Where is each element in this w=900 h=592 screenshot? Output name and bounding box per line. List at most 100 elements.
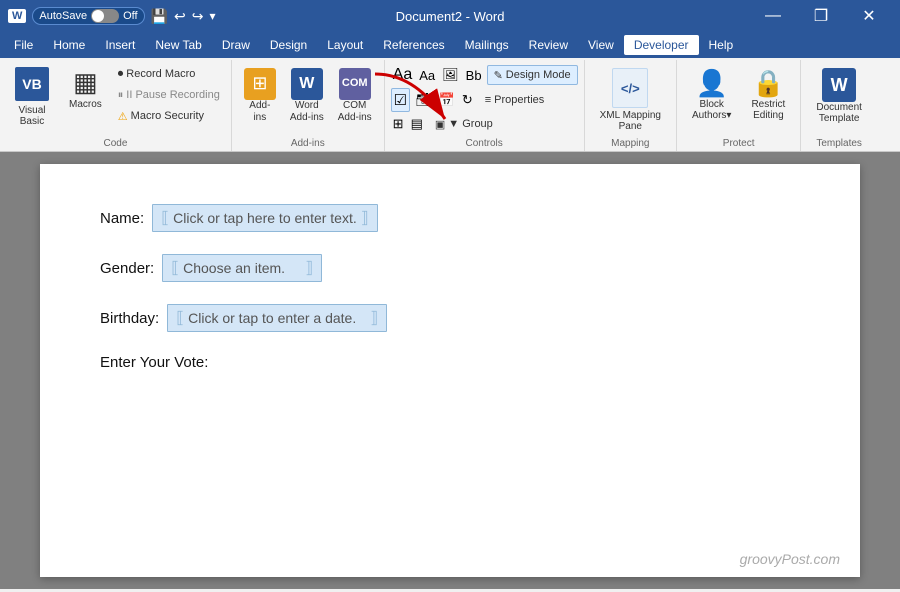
watermark: groovyPost.com <box>740 551 840 567</box>
menu-bar: File Home Insert New Tab Draw Design Lay… <box>0 32 900 58</box>
menu-file[interactable]: File <box>4 35 43 55</box>
restrict-editing-label: RestrictEditing <box>751 99 785 121</box>
block-authors-icon: 👤 <box>696 68 728 99</box>
pause-recording-label: II Pause Recording <box>126 89 220 101</box>
menu-new-tab[interactable]: New Tab <box>145 35 211 55</box>
title-bar: W AutoSave Off 💾 ↩ ↪ ▾ Document2 - Word … <box>0 0 900 32</box>
redo-icon[interactable]: ↪ <box>192 8 204 25</box>
save-icon[interactable]: 💾 <box>151 8 168 25</box>
visual-basic-label: VisualBasic <box>18 105 45 127</box>
menu-references[interactable]: References <box>373 35 454 55</box>
menu-help[interactable]: Help <box>699 35 744 55</box>
birthday-form-row: Birthday: ⟦ Click or tap to enter a date… <box>100 304 800 332</box>
document-template-label: DocumentTemplate <box>816 102 862 124</box>
word-add-ins-button[interactable]: W WordAdd-ins <box>284 64 330 128</box>
templates-group-content: W DocumentTemplate <box>807 64 871 136</box>
gender-placeholder: Choose an item. <box>183 260 301 276</box>
menu-draw[interactable]: Draw <box>212 35 260 55</box>
design-mode-label: Design Mode <box>506 69 571 81</box>
restrict-editing-icon: 🔒 <box>752 68 784 99</box>
annotation-arrow <box>355 64 475 144</box>
birthday-bracket-close: ⟧ <box>370 308 378 328</box>
restrict-editing-button[interactable]: 🔒 RestrictEditing <box>742 64 794 125</box>
name-field[interactable]: ⟦ Click or tap here to enter text. ⟧ <box>152 204 377 232</box>
visual-basic-icon: VB <box>15 67 49 101</box>
document-page: Name: ⟦ Click or tap here to enter text.… <box>40 164 860 577</box>
add-ins-label: Add-ins <box>249 100 270 124</box>
birthday-placeholder: Click or tap to enter a date. <box>188 310 366 326</box>
properties-icon: ≡ <box>485 94 491 106</box>
record-macro-button[interactable]: ⏺ Record Macro <box>113 64 225 84</box>
document-container: Name: ⟦ Click or tap here to enter text.… <box>0 152 900 589</box>
title-bar-left: W AutoSave Off 💾 ↩ ↪ ▾ <box>8 7 216 25</box>
name-bracket-close: ⟧ <box>361 208 369 228</box>
macro-security-label: Macro Security <box>131 110 204 122</box>
code-small-buttons: ⏺ Record Macro ⏸ II Pause Recording ⚠ Ma… <box>113 64 225 126</box>
name-label: Name: <box>100 210 144 227</box>
window-title: Document2 - Word <box>396 9 505 24</box>
birthday-field[interactable]: ⟦ Click or tap to enter a date. ⟧ <box>167 304 387 332</box>
xml-mapping-label: XML MappingPane <box>600 110 661 132</box>
addins-group-label: Add-ins <box>291 136 325 149</box>
autosave-badge[interactable]: AutoSave Off <box>32 7 144 25</box>
minimize-button[interactable]: — <box>750 0 796 32</box>
maximize-button[interactable]: ❐ <box>798 0 844 32</box>
macros-icon: ▦ <box>73 67 98 98</box>
macro-security-button[interactable]: ⚠ Macro Security <box>113 106 225 126</box>
record-macro-label: Record Macro <box>126 68 195 80</box>
name-form-row: Name: ⟦ Click or tap here to enter text.… <box>100 204 800 232</box>
menu-view[interactable]: View <box>578 35 624 55</box>
autosave-state: Off <box>123 10 137 22</box>
protect-group-content: 👤 BlockAuthors▾ 🔒 RestrictEditing <box>683 64 794 136</box>
autosave-knob <box>92 10 104 22</box>
macros-button[interactable]: ▦ Macros <box>60 64 111 113</box>
document-template-button[interactable]: W DocumentTemplate <box>807 64 871 128</box>
menu-review[interactable]: Review <box>519 35 578 55</box>
properties-button[interactable]: ≡ Properties <box>478 90 552 110</box>
macros-label: Macros <box>69 99 102 110</box>
menu-design[interactable]: Design <box>260 35 317 55</box>
name-placeholder: Click or tap here to enter text. <box>173 210 357 226</box>
ribbon-group-templates: W DocumentTemplate Templates <box>801 60 877 151</box>
pause-icon: ⏸ <box>118 89 124 102</box>
document-template-icon: W <box>822 68 856 102</box>
gender-form-row: Gender: ⟦ Choose an item. ⟧ <box>100 254 800 282</box>
word-logo-icon: W <box>8 9 26 23</box>
birthday-bracket-open: ⟦ <box>176 308 184 328</box>
design-mode-button[interactable]: ✎ Design Mode <box>487 65 578 85</box>
name-bracket-open: ⟦ <box>161 208 169 228</box>
menu-mailings[interactable]: Mailings <box>455 35 519 55</box>
mapping-group-content: </> XML MappingPane <box>591 64 670 136</box>
gender-label: Gender: <box>100 260 154 277</box>
customize-icon[interactable]: ▾ <box>209 9 215 23</box>
autosave-toggle[interactable] <box>91 9 119 23</box>
gender-bracket-close: ⟧ <box>305 258 313 278</box>
templates-group-label: Templates <box>816 136 862 149</box>
mapping-group-label: Mapping <box>611 136 649 149</box>
design-mode-icon: ✎ <box>494 69 503 82</box>
undo-icon[interactable]: ↩ <box>174 8 186 25</box>
visual-basic-button[interactable]: VB VisualBasic <box>6 64 58 130</box>
addins-icon: ⊞ <box>244 68 276 100</box>
code-group-content: VB VisualBasic ▦ Macros ⏺ Record Macro ⏸… <box>6 64 225 136</box>
menu-insert[interactable]: Insert <box>95 35 145 55</box>
ribbon-group-code: VB VisualBasic ▦ Macros ⏺ Record Macro ⏸… <box>0 60 232 151</box>
properties-label: Properties <box>494 94 544 106</box>
menu-home[interactable]: Home <box>43 35 95 55</box>
pause-recording-button[interactable]: ⏸ II Pause Recording <box>113 85 225 105</box>
vote-form-row: Enter Your Vote: <box>100 354 800 371</box>
birthday-label: Birthday: <box>100 310 159 327</box>
warning-icon: ⚠ <box>118 110 128 123</box>
add-ins-button[interactable]: ⊞ Add-ins <box>238 64 282 128</box>
menu-developer[interactable]: Developer <box>624 35 699 55</box>
block-authors-button[interactable]: 👤 BlockAuthors▾ <box>683 64 740 125</box>
menu-layout[interactable]: Layout <box>317 35 373 55</box>
xml-mapping-pane-button[interactable]: </> XML MappingPane <box>591 64 670 136</box>
ribbon-group-mapping: </> XML MappingPane Mapping <box>585 60 677 151</box>
word-add-ins-label: WordAdd-ins <box>290 100 324 124</box>
vote-label: Enter Your Vote: <box>100 354 208 371</box>
record-icon: ⏺ <box>118 68 124 81</box>
close-button[interactable]: ✕ <box>846 0 892 32</box>
word-addins-icon: W <box>291 68 323 100</box>
gender-field[interactable]: ⟦ Choose an item. ⟧ <box>162 254 322 282</box>
